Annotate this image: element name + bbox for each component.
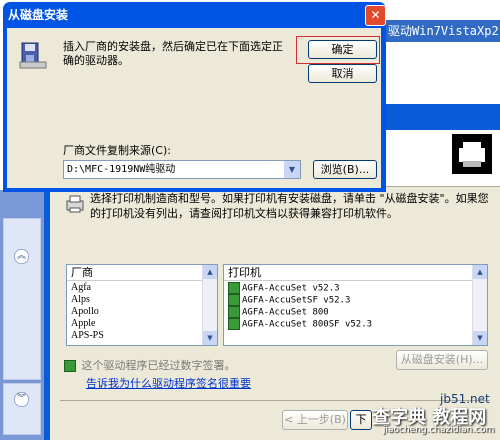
disk-drive-icon: [18, 40, 48, 70]
certified-icon: [228, 294, 240, 306]
have-disk-button[interactable]: 从磁盘安装(H)...: [396, 350, 488, 370]
certified-icon: [228, 318, 240, 330]
scroll-down-icon[interactable]: ▼: [473, 331, 487, 345]
certified-icon: [64, 360, 76, 372]
list-item[interactable]: Apollo: [67, 306, 203, 318]
scroll-up-icon[interactable]: ▲: [473, 265, 487, 279]
scrollbar[interactable]: ▲ ▼: [472, 265, 487, 345]
watermark: jiaocheng.chazidian.com: [383, 425, 495, 435]
model-name: AGFA-AccuSet 800SF v52.3: [242, 319, 373, 330]
list-item[interactable]: Alps: [67, 294, 203, 306]
cancel-button[interactable]: 取消: [308, 64, 377, 83]
manufacturer-header: 厂商: [67, 265, 217, 281]
chevron-up-icon[interactable]: ︽: [14, 249, 29, 264]
next-button[interactable]: 下: [350, 410, 372, 430]
list-item[interactable]: APS-PS: [67, 330, 203, 342]
printer-logo-icon: [452, 134, 492, 174]
model-name: AGFA-AccuSetSF v52.3: [242, 295, 351, 306]
model-name: AGFA-AccuSet 800: [242, 307, 329, 318]
list-item[interactable]: Agfa: [67, 282, 203, 294]
task-pane-group: ︽: [3, 218, 41, 380]
certified-icon: [228, 282, 240, 294]
manufacturer-list[interactable]: 厂商 Agfa Alps Apollo Apple APS-PS ▲ ▼: [66, 264, 218, 346]
signature-status: 这个驱动程序已经过数字签署。: [64, 359, 236, 373]
wizard-description: 选择打印机制造商和型号。如果打印机有安装磁盘，请单击 "从磁盘安装"。如果您的打…: [90, 192, 489, 220]
copy-from-combobox[interactable]: D:\MFC-1919NW纯驱动 ▼: [63, 160, 301, 179]
back-button[interactable]: < 上一步(B): [282, 410, 348, 430]
dialog-message: 插入厂商的安装盘，然后确定已在下面选定正确的驱动器。: [63, 40, 283, 67]
path-value: D:\MFC-1919NW纯驱动: [67, 164, 176, 175]
close-icon[interactable]: ✕: [365, 5, 386, 26]
background-window-title: 驱动Win7VistaXp2: [385, 20, 500, 42]
list-item[interactable]: AGFA-AccuSetSF v52.3: [224, 294, 473, 306]
printer-model-list[interactable]: 打印机 AGFA-AccuSet v52.3 AGFA-AccuSetSF v5…: [223, 264, 488, 346]
list-item[interactable]: AGFA-AccuSet v52.3: [224, 282, 473, 294]
task-pane-group: ︾: [3, 383, 41, 435]
printer-icon: [64, 193, 86, 215]
chevron-down-icon[interactable]: ︾: [14, 392, 29, 407]
certified-icon: [228, 306, 240, 318]
scrollbar[interactable]: ▲ ▼: [202, 265, 217, 345]
ok-button[interactable]: 确定: [308, 40, 377, 59]
browse-button[interactable]: 浏览(B)...: [313, 160, 377, 179]
scroll-down-icon[interactable]: ▼: [203, 331, 217, 345]
scroll-up-icon[interactable]: ▲: [203, 265, 217, 279]
dialog-title: 从磁盘安装: [8, 8, 69, 22]
list-item[interactable]: AGFA-AccuSet 800SF v52.3: [224, 318, 473, 330]
copy-from-label: 厂商文件复制来源(C):: [63, 144, 171, 157]
signature-status-text: 这个驱动程序已经过数字签署。: [81, 359, 236, 372]
divider: [60, 400, 490, 401]
list-item[interactable]: Apple: [67, 318, 203, 330]
chevron-down-icon[interactable]: ▼: [284, 161, 300, 178]
model-name: AGFA-AccuSet v52.3: [242, 283, 340, 294]
signing-info-link[interactable]: 告诉我为什么驱动程序签名很重要: [86, 375, 251, 391]
list-item[interactable]: AGFA-AccuSet 800: [224, 306, 473, 318]
model-header: 打印机: [224, 265, 487, 281]
